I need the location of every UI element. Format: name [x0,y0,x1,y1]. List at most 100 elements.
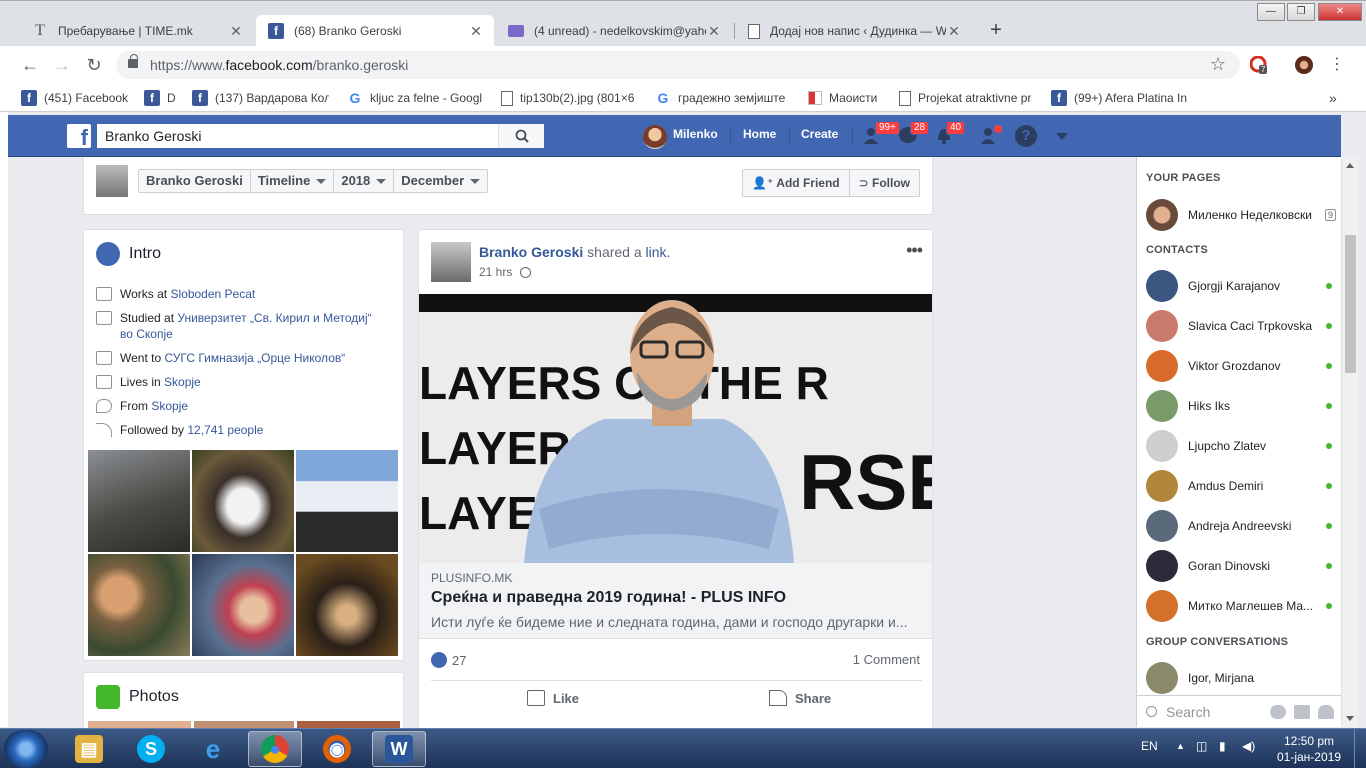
contact-item[interactable]: Slavica Caci Trpkovska [1146,310,1336,342]
post-author-avatar[interactable] [431,242,471,282]
post-author-link[interactable]: Branko Geroski [479,244,583,260]
new-tab-button[interactable]: + [984,19,1008,43]
post-shared-link[interactable]: link. [646,244,671,260]
quick-help-button[interactable] [980,125,1004,147]
add-group-icon[interactable] [1318,704,1334,719]
contact-item[interactable]: Goran Dinovski [1146,550,1336,582]
menu-kebab-icon[interactable]: ⋮ [1326,54,1348,76]
bookmark-item[interactable]: f (451) Facebook [21,89,133,107]
bookmark-item[interactable]: f (99+) Afera Platina In [1051,89,1187,107]
profile-avatar-icon[interactable] [1295,56,1313,74]
bookmark-item[interactable]: tip130b(2).jpg (801×6 [501,89,639,107]
contact-item[interactable]: Amdus Demiri [1146,470,1336,502]
gear-icon[interactable] [1270,704,1286,719]
facebook-search-input[interactable] [97,124,498,148]
volume-speaker-icon[interactable]: ◀) [1242,739,1255,753]
school-link[interactable]: СУГС Гимназија „Орце Николов“ [164,351,345,365]
link-preview-image[interactable]: LAYERS OF THE R LAYERS LAYERS RSE [419,294,932,563]
address-bar[interactable]: https://www.facebook.com/branko.geroski … [116,51,1240,79]
post-timestamp[interactable]: 21 hrs [479,265,532,279]
photo-thumbnail[interactable] [192,450,294,552]
page-item[interactable]: Миленко Неделковски 9 [1146,199,1336,231]
taskbar-chrome[interactable]: ● [248,731,302,767]
back-arrow-icon[interactable]: ← [19,54,41,76]
search-button[interactable] [498,124,544,148]
tray-app-icon[interactable]: ◫ [1196,739,1207,753]
comments-count[interactable]: 1 Comment [853,652,920,667]
breadcrumb-timeline[interactable]: Timeline [251,170,335,192]
photo-thumbnail[interactable] [88,554,190,656]
facebook-logo-icon[interactable]: f [67,124,91,148]
taskbar-word[interactable]: W [372,731,426,767]
taskbar-skype[interactable]: S [124,731,178,767]
followers-link[interactable]: 12,741 people [187,423,263,437]
bookmarks-overflow-chevron-icon[interactable]: » [1329,89,1343,107]
profile-thumbnail[interactable] [96,165,128,197]
hometown-link[interactable]: Skopje [151,399,188,413]
scroll-up-arrow-icon[interactable] [1346,163,1354,168]
show-hidden-icons-icon[interactable]: ▲ [1176,741,1185,751]
contact-item[interactable]: Митко Маглешев Ма... [1146,590,1336,622]
photo-thumbnail[interactable] [296,554,398,656]
browser-tab-facebook[interactable]: f (68) Branko Geroski ✕ [256,15,494,47]
contact-item[interactable]: Andreja Andreevski [1146,510,1336,542]
link-preview-box[interactable]: PLUSINFO.MK Среќна и праведна 2019 годин… [419,563,932,639]
compose-icon[interactable] [1294,704,1310,719]
opera-extension-icon[interactable]: 7 [1249,55,1268,74]
contact-item[interactable]: Viktor Grozdanov [1146,350,1336,382]
notifications-button[interactable]: 40 [934,121,966,147]
language-indicator[interactable]: EN [1141,739,1158,753]
forward-arrow-icon[interactable]: → [51,54,73,76]
bookmark-item[interactable]: Projekat atraktivne pr [899,89,1035,107]
like-button[interactable]: Like [527,690,579,706]
contact-item[interactable]: Ljupcho Zlatev [1146,430,1336,462]
link-title[interactable]: Среќна и праведна 2019 година! - PLUS IN… [431,589,786,607]
breadcrumb-year[interactable]: 2018 [334,170,395,192]
browser-tab-time-mk[interactable]: T Пребарување | TIME.mk ✕ [20,15,254,47]
lives-in-link[interactable]: Skopje [164,375,201,389]
close-tab-icon[interactable]: ✕ [946,23,962,40]
system-clock[interactable]: 12:50 pm 01-јан-2019 [1272,733,1346,765]
photo-thumbnail[interactable] [296,450,398,552]
taskbar-firefox[interactable]: ◉ [310,731,364,767]
restore-window-button[interactable]: ❐ [1287,3,1315,21]
user-avatar[interactable] [643,125,667,149]
work-link[interactable]: Sloboden Pecat [170,287,255,301]
minimize-window-button[interactable]: — [1257,3,1285,21]
network-signal-icon[interactable]: ▮ [1219,739,1226,753]
photo-thumbnail[interactable] [88,450,190,552]
breadcrumb-profile-name[interactable]: Branko Geroski [139,170,251,192]
contact-item[interactable]: Hiks Iks [1146,390,1336,422]
bookmark-star-icon[interactable]: ☆ [1210,54,1226,75]
breadcrumb-month[interactable]: December [394,170,487,192]
reload-icon[interactable]: ↻ [83,54,105,76]
bookmark-item[interactable]: Маоисти [808,89,888,107]
user-profile-link[interactable]: Milenko [673,127,718,141]
taskbar-explorer[interactable]: ▤ [62,731,116,767]
help-icon[interactable]: ? [1015,125,1037,147]
bookmark-item[interactable]: fD [144,89,180,107]
photos-title[interactable]: Photos [129,688,179,706]
group-conversation-item[interactable]: Igor, Mirjana [1146,662,1336,694]
browser-tab-yahoo-mail[interactable]: (4 unread) - nedelkovskim@yahoo ✕ [496,15,732,47]
scrollbar-thumb[interactable] [1345,235,1356,373]
windows-start-button[interactable] [4,730,48,768]
account-menu-caret-icon[interactable] [1056,133,1068,140]
friend-requests-button[interactable]: 99+ [863,121,900,147]
post-options-icon[interactable]: ••• [906,240,923,261]
add-friend-button[interactable]: 👤⁺ Add Friend [743,170,850,196]
browser-tab-wordpress[interactable]: Додај нов напис ‹ Дудинка — W ✕ [736,15,972,47]
chat-search-input[interactable]: Search [1166,704,1270,720]
show-desktop-button[interactable] [1354,729,1366,768]
bookmark-item[interactable]: Gkljuc za felne - Googl [347,89,485,107]
close-window-button[interactable]: ✕ [1318,3,1362,21]
page-scrollbar[interactable] [1341,157,1358,727]
follow-button[interactable]: ⊃ Follow [850,170,919,196]
bookmark-item[interactable]: Gградежно земјиште [655,89,790,107]
create-link[interactable]: Create [801,127,838,141]
contact-item[interactable]: Gjorgji Karajanov [1146,270,1336,302]
scroll-down-arrow-icon[interactable] [1346,716,1354,721]
close-tab-icon[interactable]: ✕ [468,23,484,40]
messages-button[interactable]: 28 [898,121,930,147]
bookmark-item[interactable]: f (137) Вардарова Кол [192,89,329,107]
